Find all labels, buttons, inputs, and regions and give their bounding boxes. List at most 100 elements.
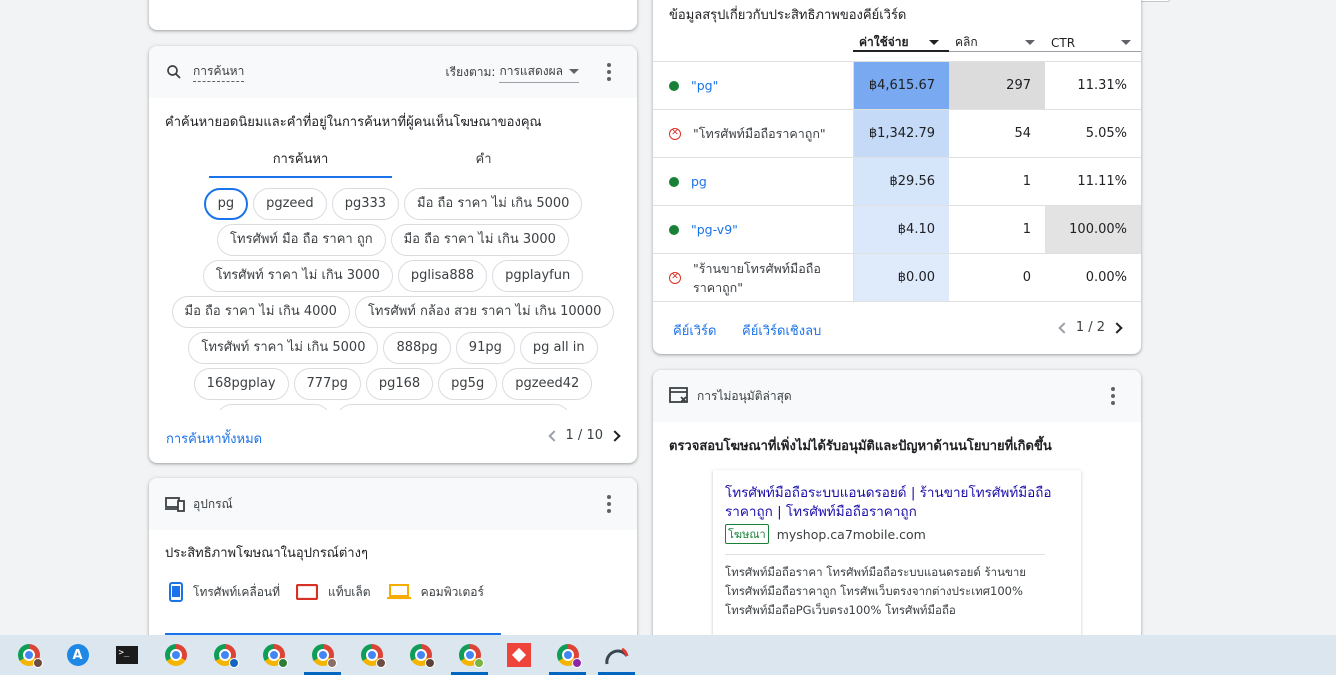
dropdown-arrow-icon: [1025, 40, 1035, 45]
search-term-chip[interactable]: pg all in: [519, 332, 598, 364]
search-term-chip[interactable]: pg: [203, 188, 249, 220]
column-ctr[interactable]: CTR: [1045, 34, 1141, 52]
eligible-status-icon: [669, 176, 679, 187]
column-cost[interactable]: ค่าใช้จ่าย: [853, 34, 949, 52]
search-pagination: 1 / 10: [547, 428, 621, 443]
disapproved-ad-icon: [669, 387, 688, 403]
search-term-chip[interactable]: มือ ถือ ราคา ไม่ เกิน 3000: [390, 224, 569, 256]
clicks-cell: 54: [949, 109, 1045, 158]
search-term-chip[interactable]: 91pg: [455, 332, 515, 364]
taskbar-app-0[interactable]: [4, 635, 53, 675]
column-clicks[interactable]: คลิก: [949, 34, 1045, 52]
keyword-pagination: 1 / 2: [1058, 320, 1123, 335]
sort-label: เรียงตาม:: [445, 64, 496, 79]
search-term-chip[interactable]: pgzeed42: [502, 368, 593, 400]
ctr-cell: 11.11%: [1045, 157, 1141, 206]
search-term-chip[interactable]: โทรศัพท์ ราคา ไม่ เกิน 5000: [188, 332, 379, 364]
keyword-row[interactable]: ✕ "ร้านขายโทรศัพท์มือถือราคาถูก" ฿0.00 0 0.0…: [653, 253, 1141, 302]
search-term-chip[interactable]: 777pg: [293, 368, 361, 400]
next-page-icon[interactable]: [1111, 321, 1123, 334]
search-term-chip[interactable]: pglisa888: [397, 260, 488, 292]
ctr-cell: 5.05%: [1045, 109, 1141, 158]
ad-divider: [725, 554, 1045, 555]
dropdown-arrow-icon: [1121, 40, 1131, 45]
search-term-chip[interactable]: โทรศัพท์ ราคา ไม่ เกิน 3000: [202, 260, 393, 292]
ad-headline[interactable]: โทรศัพท์มือถือระบบแอนดรอยด์ | ร้านขายโทร…: [725, 484, 1069, 522]
all-searches-link[interactable]: การค้นหาทั้งหมด: [166, 428, 262, 449]
taskbar-app-4[interactable]: [200, 635, 249, 675]
top-card-fragment: [149, 0, 637, 30]
taskbar-app-8[interactable]: [396, 635, 445, 675]
ad-label-badge: โฆษณา: [725, 524, 769, 544]
search-term-chip[interactable]: pg333: [331, 188, 400, 220]
cost-cell: ฿0.00: [853, 253, 949, 302]
keyword-text[interactable]: "โทรศัพท์มือถือราคาถูก": [693, 124, 826, 143]
taskbar-app-12[interactable]: [592, 635, 641, 675]
disapproval-card-header: การไม่อนุมัติล่าสุด: [653, 370, 1141, 422]
keyword-table-header: ค่าใช้จ่าย คลิก CTR: [853, 34, 1141, 52]
legend-tablet[interactable]: แท็บเล็ต: [296, 583, 371, 602]
keywords-link[interactable]: คีย์เวิร์ด: [673, 320, 716, 341]
keyword-table: "pg" ฿4,615.67 297 11.31% ✕ "โทรศัพท์มือถือรา…: [653, 61, 1141, 302]
not-eligible-status-icon: ✕: [669, 271, 681, 284]
devices-icon: [165, 497, 185, 512]
keyword-text[interactable]: "pg-v9": [691, 220, 738, 239]
keyword-text[interactable]: "pg": [691, 76, 718, 95]
taskbar-app-7[interactable]: [347, 635, 396, 675]
keyword-row[interactable]: "pg" ฿4,615.67 297 11.31%: [653, 61, 1141, 110]
legend-mobile[interactable]: โทรศัพท์เคลื่อนที่: [169, 582, 280, 602]
sort-dropdown[interactable]: การแสดงผล: [499, 62, 579, 83]
cost-cell: ฿1,342.79: [853, 109, 949, 158]
search-term-chip-partial[interactable]: [215, 404, 331, 410]
taskbar-app-9[interactable]: [445, 635, 494, 675]
app-store-icon: A: [66, 644, 89, 666]
sort-arrow-icon: [929, 39, 939, 45]
profile-badge-icon: [278, 658, 288, 668]
keyword-row[interactable]: ✕ "โทรศัพท์มือถือราคาถูก" ฿1,342.79 54 5.05%: [653, 109, 1141, 158]
device-card-title: อุปกรณ์: [193, 496, 233, 511]
prev-page-icon[interactable]: [547, 429, 560, 442]
search-tabs: การค้นหา คำ: [209, 142, 575, 178]
search-card-description: คำค้นหายอดนิยมและคำที่อยู่ในการค้นหาที่ผ…: [165, 115, 542, 130]
search-term-chip[interactable]: โทรศัพท์ กล้อง สวย ราคา ไม่ เกิน 10000: [354, 296, 615, 328]
negative-keywords-link[interactable]: คีย์เวิร์ดเชิงลบ: [742, 320, 821, 341]
taskbar-app-2[interactable]: >_: [102, 635, 151, 675]
legend-computer[interactable]: คอมพิวเตอร์: [386, 583, 484, 602]
keyword-text[interactable]: "ร้านขายโทรศัพท์มือถือราคาถูก": [693, 259, 843, 297]
search-page-indicator: 1 / 10: [565, 428, 603, 443]
disapproval-description: ตรวจสอบโฆษณาที่เพิ่งไม่ได้รับอนุมัติและป…: [669, 439, 1052, 454]
taskbar-app-1[interactable]: A: [53, 635, 102, 675]
taskbar-app-3[interactable]: [151, 635, 200, 675]
search-term-chip[interactable]: โทรศัพท์ มือ ถือ ราคา ถูก: [217, 224, 386, 256]
search-term-chip[interactable]: 168pgplay: [193, 368, 289, 400]
profile-badge-icon: [327, 658, 337, 668]
tab-searches[interactable]: การค้นหา: [209, 142, 392, 178]
keyword-row[interactable]: pg ฿29.56 1 11.11%: [653, 157, 1141, 206]
search-term-chip-partial[interactable]: [335, 404, 571, 410]
keyword-text[interactable]: pg: [691, 172, 707, 191]
search-term-chip[interactable]: มือ ถือ ราคา ไม่ เกิน 4000: [171, 296, 350, 328]
search-term-chip[interactable]: pg168: [365, 368, 434, 400]
ctr-cell: 100.00%: [1045, 205, 1141, 254]
tab-words[interactable]: คำ: [392, 142, 575, 178]
more-options-icon[interactable]: [597, 492, 621, 516]
search-term-chip[interactable]: มือ ถือ ราคา ไม่ เกิน 5000: [404, 188, 583, 220]
next-page-icon[interactable]: [609, 429, 621, 442]
eligible-status-icon: [669, 224, 679, 235]
device-card-header: อุปกรณ์: [149, 478, 637, 530]
taskbar-app-10[interactable]: [494, 635, 543, 675]
keyword-page-indicator: 1 / 2: [1075, 320, 1105, 335]
more-options-icon[interactable]: [1101, 384, 1125, 408]
taskbar-app-11[interactable]: [543, 635, 592, 675]
search-term-chip[interactable]: pgplayfun: [492, 260, 584, 292]
prev-page-icon[interactable]: [1058, 321, 1070, 334]
taskbar-app-5[interactable]: [249, 635, 298, 675]
search-term-chip[interactable]: pg5g: [438, 368, 498, 400]
search-term-chip[interactable]: 888pg: [383, 332, 451, 364]
more-options-icon[interactable]: [597, 60, 621, 84]
taskbar-app-6[interactable]: [298, 635, 347, 675]
keyword-row[interactable]: "pg-v9" ฿4.10 1 100.00%: [653, 205, 1141, 254]
eligible-status-icon: [669, 80, 679, 91]
laptop-icon: [386, 584, 411, 599]
search-term-chip[interactable]: pgzeed: [253, 188, 327, 220]
